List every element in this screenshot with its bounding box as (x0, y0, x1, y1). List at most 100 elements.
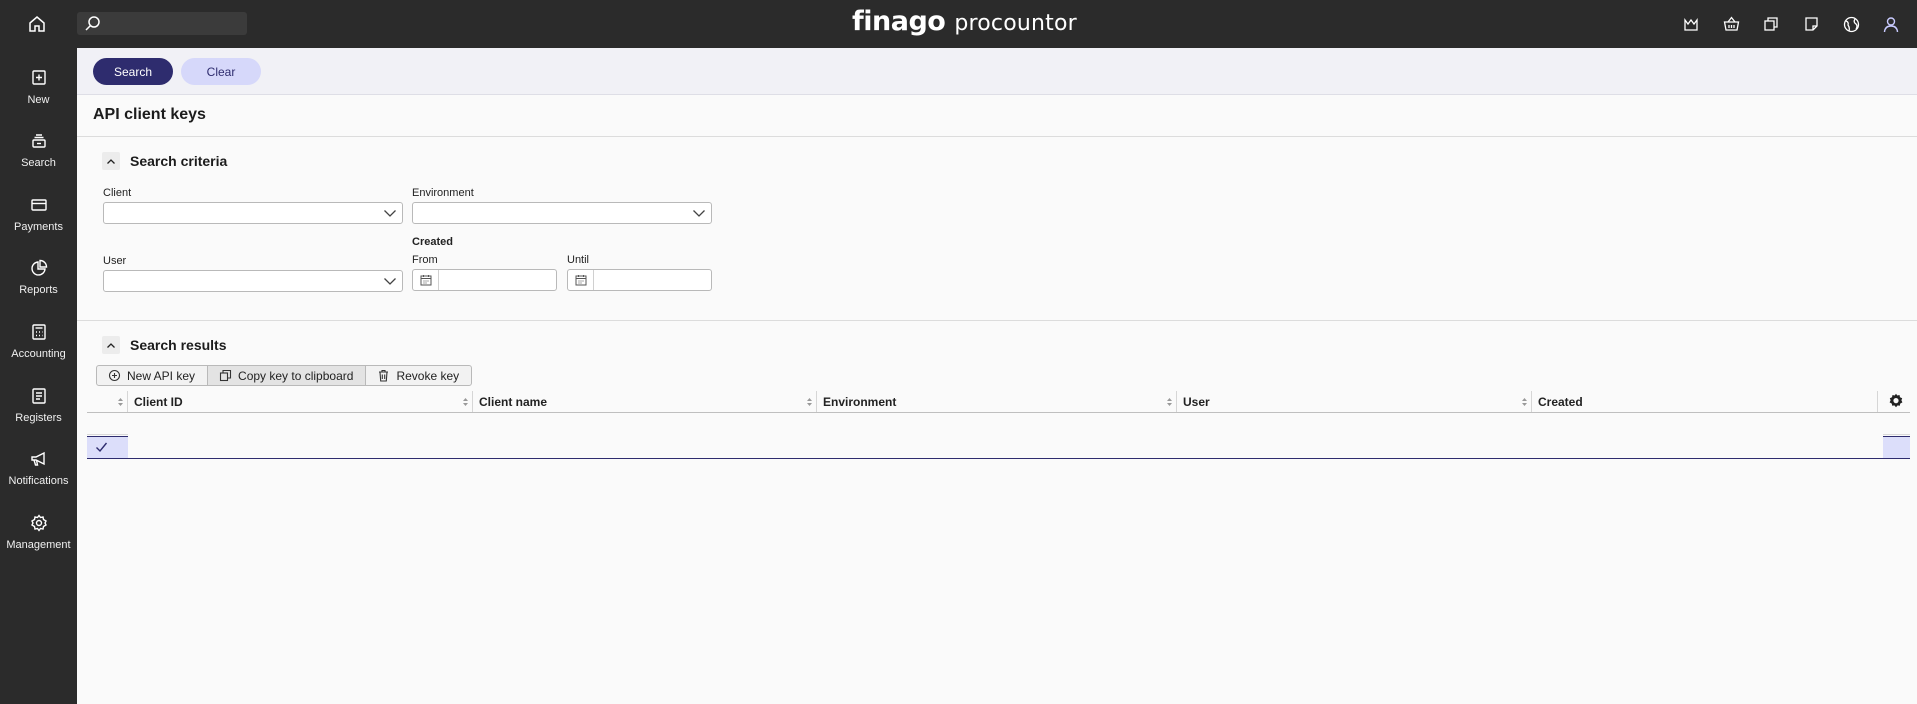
select-column-header[interactable] (87, 391, 128, 412)
section-title: Search criteria (130, 153, 228, 169)
new-api-key-label: New API key (127, 368, 196, 383)
sidebar-item-registers[interactable]: Registers (0, 376, 77, 432)
globe-icon (1843, 16, 1859, 32)
sidebar-item-label: Search (21, 157, 56, 169)
copy-key-button[interactable]: Copy key to clipboard (208, 366, 367, 385)
brand-secondary: procountor (954, 11, 1077, 36)
table-row[interactable] (87, 413, 1910, 435)
top-action-language[interactable] (1831, 12, 1871, 36)
environment-label: Environment (412, 187, 474, 199)
register-icon (31, 388, 46, 404)
sidebar-item-reports[interactable]: Reports (0, 248, 77, 304)
pie-chart-icon (30, 259, 47, 276)
divider (77, 320, 1917, 321)
from-date-input[interactable] (440, 270, 550, 290)
section-title: Search results (130, 337, 227, 353)
sidebar-item-new[interactable]: New (0, 58, 77, 114)
top-action-news[interactable] (1671, 12, 1711, 36)
card-icon (30, 199, 47, 211)
column-header-label: Client name (479, 394, 548, 409)
new-api-key-button[interactable]: New API key (97, 366, 209, 385)
megaphone-icon (30, 451, 45, 466)
sort-icon (118, 398, 123, 406)
sidebar-item-search[interactable]: Search (0, 121, 77, 177)
row-end-cell (1883, 413, 1910, 435)
row-end-cell (1883, 436, 1910, 458)
global-search[interactable] (77, 12, 247, 35)
trash-icon (379, 369, 389, 382)
row-selection-line (87, 458, 1910, 459)
created-label: Created (412, 236, 453, 248)
sidebar-item-payments[interactable]: Payments (0, 185, 77, 241)
sidebar-item-management[interactable]: Management (0, 503, 77, 559)
sort-icon (807, 398, 812, 406)
home-button[interactable] (24, 12, 50, 36)
results-toolbar: New API key Copy key to clipboard Revoke… (96, 365, 473, 386)
column-header-label: Client ID (134, 394, 183, 409)
clear-button[interactable]: Clear (181, 58, 261, 85)
column-header-user[interactable]: User (1177, 391, 1532, 412)
search-icon (85, 16, 100, 31)
row-select-cell[interactable] (87, 413, 128, 435)
top-action-user[interactable] (1871, 12, 1911, 36)
grid-header: Client ID Client name Environment User C… (87, 391, 1910, 413)
top-icon-group (1671, 12, 1911, 36)
chevron-down-icon (384, 278, 396, 285)
home-icon (29, 16, 45, 32)
column-header-label: Created (1538, 394, 1583, 409)
action-bar: Search Clear (77, 48, 1917, 95)
copy-window-icon (1764, 17, 1778, 31)
plus-circle-icon (108, 369, 121, 382)
sidebar-item-label: Accounting (11, 348, 66, 360)
column-header-created[interactable]: Created (1532, 391, 1878, 412)
top-action-basket[interactable] (1711, 12, 1751, 36)
row-select-cell[interactable] (87, 436, 128, 458)
environment-select[interactable] (412, 202, 712, 224)
search-stack-icon (31, 134, 46, 148)
client-label: Client (103, 187, 132, 199)
global-search-input[interactable] (105, 12, 245, 35)
search-button[interactable]: Search (93, 58, 173, 85)
revoke-key-button[interactable]: Revoke key (366, 366, 471, 385)
chevron-down-icon (384, 210, 396, 217)
brand-logo: finago procountor (852, 6, 1077, 40)
column-header-client-id[interactable]: Client ID (128, 391, 473, 412)
top-bar: finago procountor (0, 0, 1917, 48)
top-action-windows[interactable] (1751, 12, 1791, 36)
collapse-results-button[interactable] (102, 336, 120, 354)
from-label: From (412, 254, 438, 266)
sort-icon (463, 398, 468, 406)
until-label: Until (567, 254, 590, 266)
divider (77, 136, 1917, 137)
user-select[interactable] (103, 270, 403, 292)
notifications-crown-icon (1684, 18, 1698, 31)
sidebar-item-notifications[interactable]: Notifications (0, 439, 77, 495)
gear-icon[interactable] (1888, 393, 1904, 409)
column-header-environment[interactable]: Environment (817, 391, 1177, 412)
main-content: Search Clear API client keys Search crit… (77, 48, 1917, 704)
page-title: API client keys (93, 106, 206, 123)
collapse-criteria-button[interactable] (102, 152, 120, 170)
from-calendar-button[interactable] (413, 270, 439, 290)
search-criteria-header: Search criteria (102, 150, 227, 172)
basket-icon (1723, 16, 1739, 31)
copy-icon (219, 369, 232, 382)
table-row-selected[interactable] (87, 436, 1910, 459)
calculator-icon (31, 324, 46, 340)
column-header-label: User (1183, 394, 1210, 409)
sidebar: New Search Payments Reports Accounting R… (0, 48, 77, 704)
brand-primary: finago (852, 6, 946, 37)
top-action-document[interactable] (1791, 12, 1831, 36)
gear-icon (30, 514, 47, 532)
until-date-input[interactable] (595, 270, 705, 290)
user-icon (1883, 16, 1899, 32)
document-icon (1804, 17, 1818, 31)
sort-icon (1167, 398, 1172, 406)
sidebar-item-accounting[interactable]: Accounting (0, 312, 77, 368)
client-select[interactable] (103, 202, 403, 224)
until-calendar-button[interactable] (568, 270, 594, 290)
column-header-client-name[interactable]: Client name (473, 391, 817, 412)
chevron-down-icon (693, 210, 705, 217)
from-date-field[interactable] (412, 269, 557, 291)
until-date-field[interactable] (567, 269, 712, 291)
